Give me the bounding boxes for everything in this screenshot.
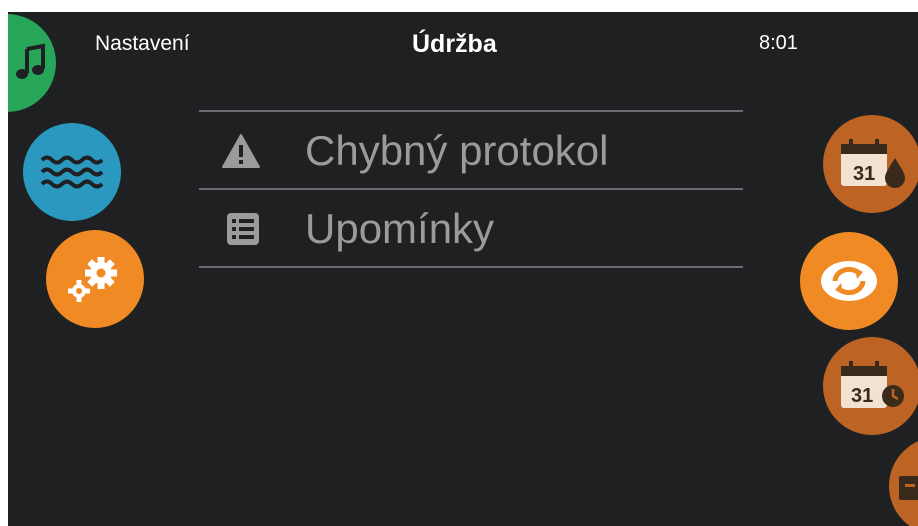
menu-item-error-log[interactable]: Chybný protokol <box>199 114 743 188</box>
divider <box>199 188 743 190</box>
calendar-drop-icon: 31 <box>841 139 905 188</box>
settings-button[interactable] <box>46 230 144 328</box>
warning-icon <box>222 134 260 168</box>
page-title: Údržba <box>412 30 497 58</box>
extra-button[interactable] <box>889 437 918 526</box>
partial-icon <box>899 476 918 500</box>
music-note-icon <box>16 43 45 79</box>
menu-item-label: Upomínky <box>305 205 495 252</box>
calendar-day: 31 <box>853 163 875 185</box>
list-icon <box>227 213 259 245</box>
water-button[interactable] <box>23 123 121 221</box>
clock: 8:01 <box>759 32 798 54</box>
gears-icon <box>68 257 117 302</box>
calendar-day: 31 <box>851 385 873 407</box>
menu-item-reminders[interactable]: Upomínky <box>199 192 743 266</box>
music-button[interactable] <box>8 14 56 112</box>
back-label[interactable]: Nastavení <box>95 32 190 56</box>
refresh-icon <box>821 261 877 301</box>
water-waves-icon <box>40 155 104 189</box>
refresh-button[interactable] <box>800 232 898 330</box>
screen: Nastavení Údržba 8:01 Chybný protokol Up… <box>8 12 918 526</box>
divider <box>199 266 743 268</box>
calendar-water-button[interactable]: 31 <box>823 115 918 213</box>
calendar-clock-icon: 31 <box>841 361 904 408</box>
divider <box>199 110 743 112</box>
menu-item-label: Chybný protokol <box>305 127 609 174</box>
calendar-clock-button[interactable]: 31 <box>823 337 918 435</box>
